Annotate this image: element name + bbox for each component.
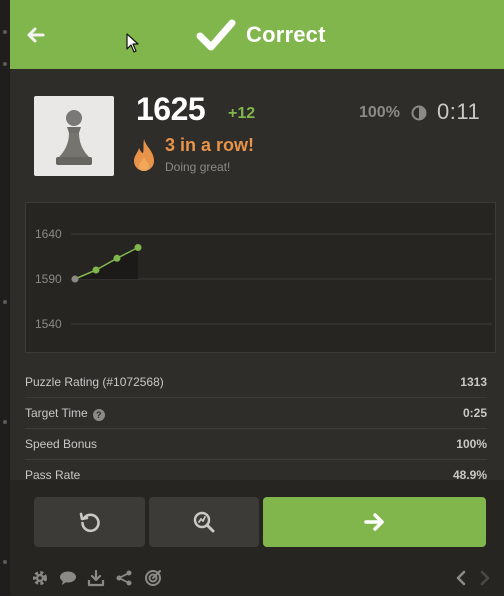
- back-button[interactable]: [24, 24, 46, 46]
- player-avatar: [34, 96, 114, 176]
- puzzle-stats: Puzzle Rating (#1072568) 1313 Target Tim…: [25, 367, 487, 490]
- action-area: [10, 480, 504, 596]
- stat-value: 0:25: [462, 406, 487, 420]
- edge-dot: [3, 62, 7, 66]
- flame-icon: [134, 139, 154, 171]
- player-rating: 1625: [136, 91, 206, 127]
- rating-chart-svg: 1640 1590 1540: [35, 227, 492, 331]
- analysis-button[interactable]: [149, 497, 259, 547]
- stat-label: Speed Bonus: [25, 437, 98, 451]
- chart-point: [92, 266, 100, 274]
- edge-dot: [3, 300, 7, 304]
- contrast-icon: [411, 105, 427, 121]
- streak-text: 3 in a row!: [165, 135, 255, 155]
- chart-point: [134, 244, 142, 251]
- pawn-icon: [56, 110, 92, 165]
- help-icon[interactable]: ?: [92, 409, 105, 421]
- stat-row-target-time: Target Time? 0:25: [25, 398, 487, 429]
- retry-button[interactable]: [34, 497, 145, 547]
- stat-value: 1313: [460, 375, 487, 389]
- accuracy-value: 100%: [359, 104, 400, 121]
- stat-value: 100%: [456, 437, 487, 451]
- share-icon[interactable]: [115, 569, 133, 587]
- chart-point: [113, 254, 121, 262]
- puzzle-result-panel: 1625 +12 100% 0:11 3 in a row! Doing gre…: [10, 69, 504, 482]
- result-header: Correct: [10, 0, 504, 69]
- arrow-right-icon: [363, 513, 384, 531]
- edge-dot: [3, 420, 7, 424]
- next-puzzle-button[interactable]: [263, 497, 486, 547]
- chart-y-tick-label: 1540: [35, 317, 62, 331]
- chat-icon[interactable]: [59, 569, 77, 587]
- edge-dot: [3, 560, 7, 564]
- retry-icon: [79, 512, 100, 533]
- left-edge-strip: [0, 0, 10, 596]
- chart-y-tick-label: 1640: [35, 227, 62, 241]
- streak-subtext: Doing great!: [165, 160, 231, 174]
- edge-dot: [3, 30, 7, 34]
- rating-delta: +12: [228, 105, 256, 122]
- check-icon: [196, 19, 236, 51]
- stat-label: Puzzle Rating (#1072568): [25, 375, 164, 389]
- download-icon[interactable]: [87, 569, 105, 587]
- result-title: Correct: [196, 18, 326, 52]
- target-icon[interactable]: [144, 569, 162, 587]
- arrow-left-icon: [27, 27, 45, 43]
- chart-y-tick-label: 1590: [35, 272, 62, 286]
- stat-row-puzzle-rating: Puzzle Rating (#1072568) 1313: [25, 367, 487, 398]
- chevron-left-icon[interactable]: [452, 569, 470, 587]
- stat-row-speed-bonus: Speed Bonus 100%: [25, 429, 487, 460]
- gear-icon[interactable]: [31, 569, 49, 587]
- mouse-cursor-icon: [126, 33, 139, 53]
- chevron-right-icon[interactable]: [476, 569, 494, 587]
- result-title-text: Correct: [246, 22, 326, 47]
- puzzle-timer: 0:11: [437, 99, 481, 124]
- stat-label-wrap: Target Time?: [25, 406, 105, 421]
- rating-chart: 1640 1590 1540: [25, 202, 496, 353]
- stat-label: Target Time: [25, 406, 88, 420]
- chart-point: [71, 275, 79, 283]
- analysis-icon: [193, 511, 215, 533]
